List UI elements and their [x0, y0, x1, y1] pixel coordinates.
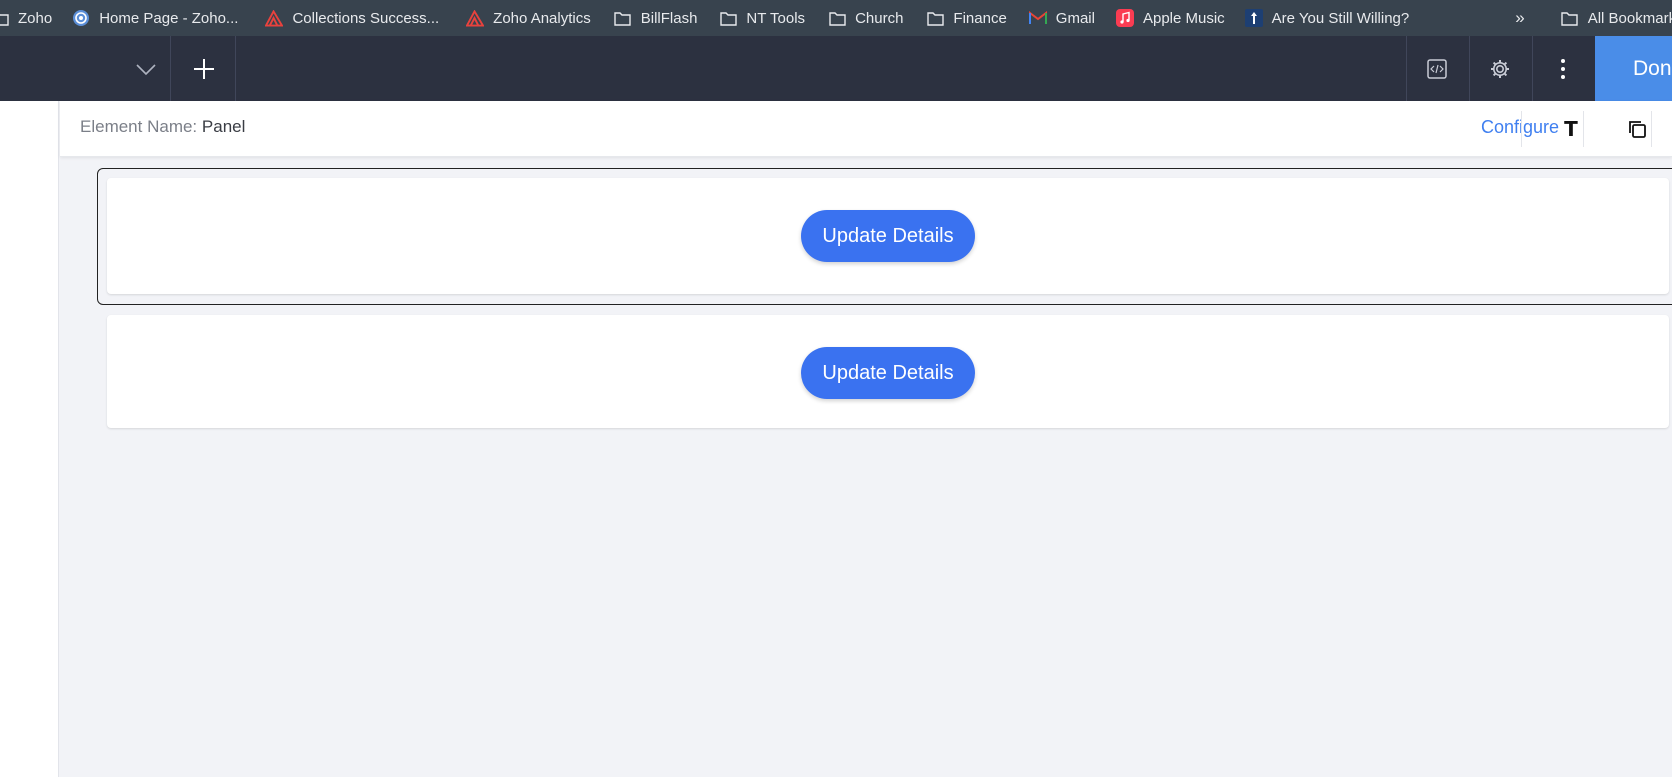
code-icon[interactable]	[1406, 36, 1468, 101]
bookmark-are-you-still-willing[interactable]: Are You Still Willing?	[1244, 0, 1410, 36]
bookmark-label: Gmail	[1055, 9, 1095, 27]
bookmark-collections-success[interactable]: Collections Success...	[265, 0, 439, 36]
bookmark-label: NT Tools	[746, 9, 806, 27]
bookmark-label: BillFlash	[640, 9, 698, 27]
bookmark-label: Are You Still Willing?	[1271, 9, 1410, 27]
bookmarks-bar: Zoho Home Page - Zoho... Collections Suc…	[0, 0, 1672, 36]
element-name-row: Element Name: Panel	[80, 117, 245, 137]
toolbar-divider	[235, 36, 236, 101]
add-icon[interactable]	[187, 52, 221, 86]
bookmark-home-page-zoho[interactable]: Home Page - Zoho...	[72, 0, 238, 36]
bookmark-finance[interactable]: Finance	[926, 0, 1007, 36]
site-favicon	[1244, 9, 1263, 27]
panel[interactable]: Update Details	[107, 315, 1669, 428]
bookmark-all-bookmarks[interactable]: All Bookmarks	[1561, 0, 1672, 36]
apple-music-icon	[1115, 9, 1134, 27]
bookmark-label: Finance	[953, 9, 1007, 27]
text-icon: T	[1564, 117, 1578, 141]
zoho-desk-icon	[72, 9, 90, 27]
bookmark-nt-tools[interactable]: NT Tools	[719, 0, 805, 36]
more-vertical-icon[interactable]	[1532, 36, 1594, 101]
element-name-label: Element Name:	[80, 117, 198, 136]
folder-icon	[719, 9, 737, 27]
gear-icon[interactable]	[1469, 36, 1531, 101]
bookmarks-overflow-chevron[interactable]: »	[1515, 8, 1524, 28]
element-name-value: Panel	[201, 117, 246, 136]
element-header: Element Name: Panel Configure T	[60, 101, 1672, 157]
folder-icon	[614, 9, 632, 27]
folder-icon	[1561, 9, 1579, 27]
folder-icon	[926, 9, 944, 27]
text-format-button[interactable]: T	[1551, 109, 1591, 149]
bookmark-label: Apple Music	[1142, 9, 1225, 27]
update-details-button[interactable]: Update Details	[801, 210, 975, 262]
folder-icon	[0, 9, 9, 27]
panel[interactable]: Update Details	[107, 178, 1669, 294]
bookmark-label: Zoho Analytics	[493, 9, 591, 27]
bookmark-label: All Bookmarks	[1587, 9, 1672, 27]
left-sidebar	[0, 101, 59, 777]
done-button[interactable]: Done	[1595, 36, 1672, 101]
gmail-icon	[1028, 9, 1047, 27]
header-divider	[1651, 111, 1652, 147]
header-divider	[1521, 111, 1522, 147]
chevron-down-icon[interactable]	[131, 55, 161, 85]
app-toolbar: Done	[0, 36, 1672, 101]
bookmark-apple-music[interactable]: Apple Music	[1115, 0, 1225, 36]
update-details-button[interactable]: Update Details	[801, 347, 975, 399]
bookmark-gmail[interactable]: Gmail	[1028, 0, 1095, 36]
bookmark-label: Collections Success...	[292, 9, 440, 27]
copy-icon	[1629, 121, 1646, 138]
bookmark-zoho-analytics[interactable]: Zoho Analytics	[466, 0, 591, 36]
bookmark-label: Church	[855, 9, 904, 27]
bookmark-church[interactable]: Church	[828, 0, 903, 36]
toolbar-divider	[170, 36, 171, 101]
header-divider	[1583, 111, 1584, 147]
bookmark-label: Home Page - Zoho...	[99, 9, 239, 27]
bookmark-billflash[interactable]: BillFlash	[614, 0, 698, 36]
bookmark-label: Zoho	[18, 9, 53, 27]
zoho-analytics-icon	[265, 9, 284, 27]
folder-icon	[828, 9, 846, 27]
bookmark-zoho[interactable]: Zoho	[0, 0, 52, 36]
zoho-analytics-icon	[466, 9, 485, 27]
